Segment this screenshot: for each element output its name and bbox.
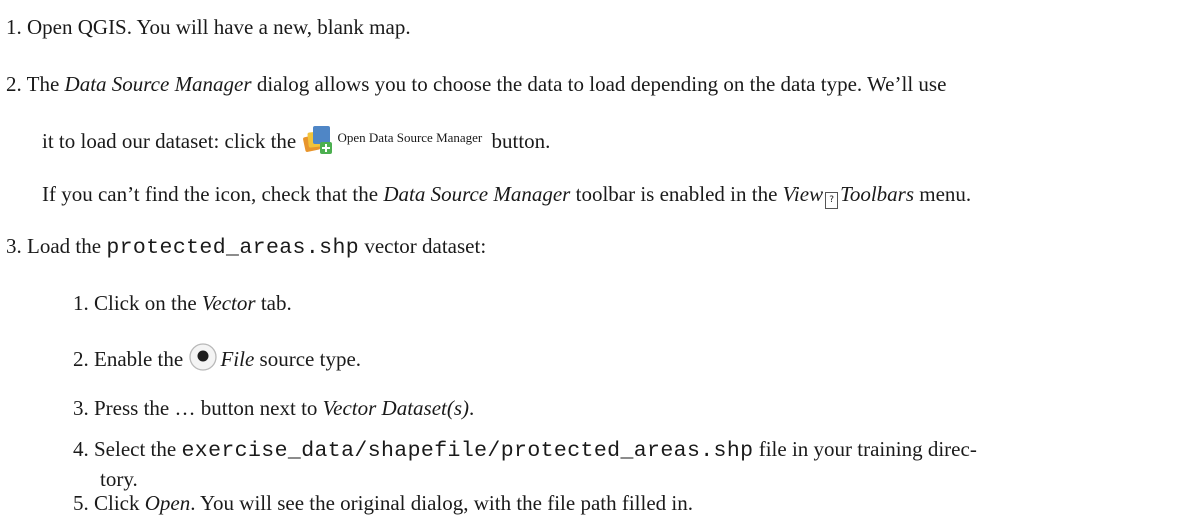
step-text: . You will see the original dialog, with… — [190, 491, 694, 515]
step-number: 3. — [73, 396, 89, 420]
step-text: The — [26, 72, 65, 96]
step-number: 1. — [73, 291, 89, 315]
menu-name: View — [782, 182, 824, 206]
dialog-name: Data Source Manager — [64, 72, 252, 96]
step-text: Select the — [94, 437, 182, 461]
step-text: Load the — [27, 234, 107, 258]
data-source-manager-icon — [302, 124, 334, 162]
step-number: 2. — [6, 72, 22, 96]
source-type-name: File — [220, 347, 255, 371]
step-text: Open QGIS. You will have a new, blank ma… — [27, 15, 411, 39]
step-2-line-2: it to load our dataset: click the Open D… — [42, 124, 550, 162]
substep-2: 2. Enable the File source type. — [73, 342, 361, 378]
step-text: toolbar is enabled in the — [570, 182, 783, 206]
menu-name: Toolbars — [840, 182, 915, 206]
substep-5: 5. Click Open. You will see the original… — [73, 490, 693, 516]
step-text: tab. — [255, 291, 292, 315]
step-text: button. — [486, 129, 551, 153]
step-text: Press the … button next to — [94, 396, 323, 420]
field-name: Vector Dataset(s) — [322, 396, 470, 420]
step-text: Click — [94, 491, 145, 515]
step-number: 2. — [73, 347, 89, 371]
substep-4: 4. Select the exercise_data/shapefile/pr… — [73, 436, 977, 464]
missing-glyph-icon: ? — [825, 192, 839, 209]
step-number: 4. — [73, 437, 89, 461]
substep-3: 3. Press the … button next to Vector Dat… — [73, 395, 474, 421]
step-text: menu. — [914, 182, 972, 206]
file-path: exercise_data/shapefile/protected_areas.… — [181, 439, 754, 463]
step-2: 2. The Data Source Manager dialog allows… — [6, 71, 946, 97]
step-number: 3. — [6, 234, 22, 258]
step-text: source type. — [254, 347, 362, 371]
step-text: file in your training direc- — [753, 437, 977, 461]
step-text: . — [469, 396, 475, 420]
toolbar-name: Data Source Manager — [383, 182, 571, 206]
step-3: 3. Load the protected_areas.shp vector d… — [6, 233, 486, 261]
filename: protected_areas.shp — [106, 236, 360, 260]
step-2-note: If you can’t find the icon, check that t… — [42, 181, 971, 209]
substep-1: 1. Click on the Vector tab. — [73, 290, 292, 316]
button-label: Open Data Source Manager — [337, 130, 483, 145]
step-text: tory. — [100, 467, 138, 491]
step-text: Click on the — [94, 291, 202, 315]
step-number: 5. — [73, 491, 89, 515]
step-text: vector dataset: — [359, 234, 487, 258]
step-1: 1. Open QGIS. You will have a new, blank… — [6, 14, 411, 40]
substep-4-continued: tory. — [100, 466, 138, 492]
step-text: If you can’t find the icon, check that t… — [42, 182, 384, 206]
radio-button-selected-icon — [188, 342, 218, 378]
step-text: dialog allows you to choose the data to … — [251, 72, 947, 96]
button-name: Open — [144, 491, 191, 515]
step-text: Enable the — [94, 347, 189, 371]
step-number: 1. — [6, 15, 22, 39]
tab-name: Vector — [201, 291, 256, 315]
step-text: it to load our dataset: click the — [42, 129, 302, 153]
